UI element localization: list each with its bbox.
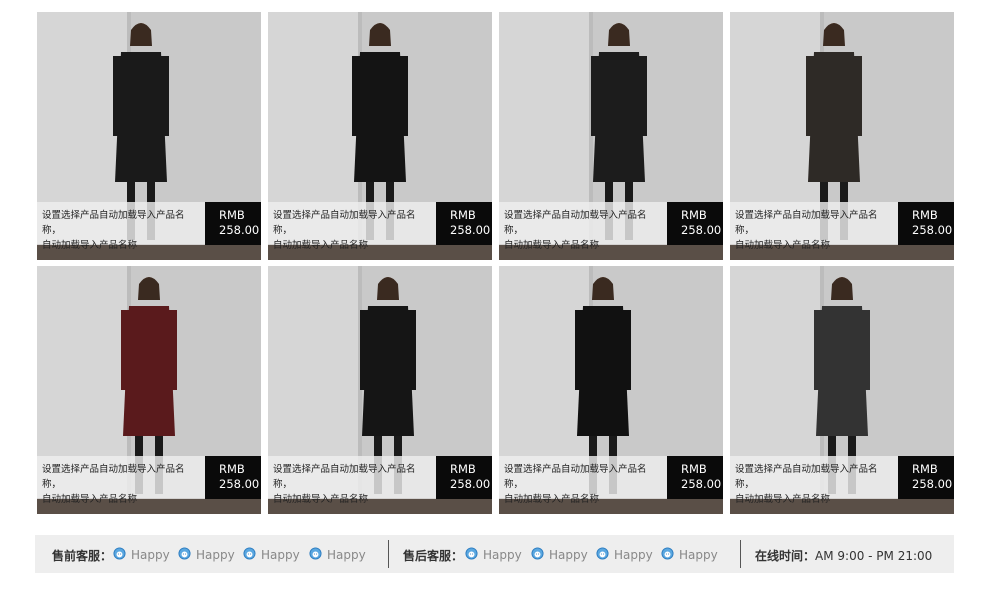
aftersale-agent-link[interactable]: Happy bbox=[465, 547, 522, 563]
price-currency: RMB bbox=[681, 208, 707, 222]
price-tag: RMB 258.00 bbox=[436, 456, 492, 499]
presale-agent-link[interactable]: Happy bbox=[113, 547, 170, 563]
price-tag: RMB 258.00 bbox=[436, 202, 492, 245]
product-name: 设置选择产品自动加载导入产品名称， 自动加载导入产品名称 bbox=[504, 208, 664, 253]
product-card[interactable]: 设置选择产品自动加载导入产品名称， 自动加载导入产品名称 RMB 258.00 bbox=[37, 12, 261, 260]
product-name-line2: 自动加载导入产品名称 bbox=[735, 494, 831, 505]
hours-label: 在线时间： bbox=[755, 549, 816, 563]
product-name-line1: 设置选择产品自动加载导入产品名称， bbox=[504, 464, 647, 490]
chat-bubble-icon bbox=[178, 547, 191, 563]
price-tag: RMB 258.00 bbox=[205, 202, 261, 245]
product-card[interactable]: 设置选择产品自动加载导入产品名称， 自动加载导入产品名称 RMB 258.00 bbox=[37, 266, 261, 514]
product-name: 设置选择产品自动加载导入产品名称， 自动加载导入产品名称 bbox=[735, 462, 895, 507]
product-card[interactable]: 设置选择产品自动加载导入产品名称， 自动加载导入产品名称 RMB 258.00 bbox=[268, 12, 492, 260]
product-info-bar: 设置选择产品自动加载导入产品名称， 自动加载导入产品名称 RMB 258.00 bbox=[730, 202, 954, 251]
aftersale-agent-link[interactable]: Happy bbox=[596, 547, 653, 563]
product-name-line2: 自动加载导入产品名称 bbox=[42, 240, 138, 251]
price-value: 258.00 bbox=[681, 477, 722, 491]
product-card[interactable]: 设置选择产品自动加载导入产品名称， 自动加载导入产品名称 RMB 258.00 bbox=[499, 12, 723, 260]
aftersale-agent-link[interactable]: Happy bbox=[531, 547, 588, 563]
product-name: 设置选择产品自动加载导入产品名称， 自动加载导入产品名称 bbox=[42, 462, 202, 507]
aftersale-agent-link[interactable]: Happy bbox=[661, 547, 718, 563]
price-currency: RMB bbox=[219, 462, 245, 476]
hours-value: AM 9:00 - PM 21:00 bbox=[815, 549, 933, 563]
price-tag: RMB 258.00 bbox=[205, 456, 261, 499]
product-name-line2: 自动加载导入产品名称 bbox=[273, 494, 369, 505]
price-currency: RMB bbox=[912, 462, 938, 476]
product-card[interactable]: 设置选择产品自动加载导入产品名称， 自动加载导入产品名称 RMB 258.00 bbox=[499, 266, 723, 514]
product-card[interactable]: 设置选择产品自动加载导入产品名称， 自动加载导入产品名称 RMB 258.00 bbox=[730, 266, 954, 514]
product-name-line2: 自动加载导入产品名称 bbox=[504, 240, 600, 251]
presale-agent-link[interactable]: Happy bbox=[309, 547, 366, 563]
product-info-bar: 设置选择产品自动加载导入产品名称， 自动加载导入产品名称 RMB 258.00 bbox=[268, 456, 492, 505]
price-tag: RMB 258.00 bbox=[898, 456, 954, 499]
chat-bubble-icon bbox=[596, 547, 609, 563]
product-name: 设置选择产品自动加载导入产品名称， 自动加载导入产品名称 bbox=[273, 462, 433, 507]
product-name-line1: 设置选择产品自动加载导入产品名称， bbox=[273, 210, 416, 236]
product-name-line1: 设置选择产品自动加载导入产品名称， bbox=[273, 464, 416, 490]
product-name-line2: 自动加载导入产品名称 bbox=[504, 494, 600, 505]
product-name-line1: 设置选择产品自动加载导入产品名称， bbox=[504, 210, 647, 236]
price-value: 258.00 bbox=[219, 477, 260, 491]
price-tag: RMB 258.00 bbox=[898, 202, 954, 245]
product-info-bar: 设置选择产品自动加载导入产品名称， 自动加载导入产品名称 RMB 258.00 bbox=[37, 456, 261, 505]
price-currency: RMB bbox=[681, 462, 707, 476]
product-name-line2: 自动加载导入产品名称 bbox=[42, 494, 138, 505]
product-name-line1: 设置选择产品自动加载导入产品名称， bbox=[735, 210, 878, 236]
aftersale-label: 售后客服： bbox=[403, 549, 464, 563]
price-currency: RMB bbox=[219, 208, 245, 222]
product-name-line2: 自动加载导入产品名称 bbox=[273, 240, 369, 251]
product-name: 设置选择产品自动加载导入产品名称， 自动加载导入产品名称 bbox=[42, 208, 202, 253]
price-tag: RMB 258.00 bbox=[667, 202, 723, 245]
chat-bubble-icon bbox=[531, 547, 544, 563]
product-info-bar: 设置选择产品自动加载导入产品名称， 自动加载导入产品名称 RMB 258.00 bbox=[37, 202, 261, 251]
chat-bubble-icon bbox=[113, 547, 126, 563]
product-info-bar: 设置选择产品自动加载导入产品名称， 自动加载导入产品名称 RMB 258.00 bbox=[499, 202, 723, 251]
product-name-line2: 自动加载导入产品名称 bbox=[735, 240, 831, 251]
product-card[interactable]: 设置选择产品自动加载导入产品名称， 自动加载导入产品名称 RMB 258.00 bbox=[268, 266, 492, 514]
product-name: 设置选择产品自动加载导入产品名称， 自动加载导入产品名称 bbox=[735, 208, 895, 253]
product-grid: 设置选择产品自动加载导入产品名称， 自动加载导入产品名称 RMB 258.00 … bbox=[37, 12, 954, 514]
product-info-bar: 设置选择产品自动加载导入产品名称， 自动加载导入产品名称 RMB 258.00 bbox=[499, 456, 723, 505]
product-name: 设置选择产品自动加载导入产品名称， 自动加载导入产品名称 bbox=[273, 208, 433, 253]
price-currency: RMB bbox=[912, 208, 938, 222]
price-value: 258.00 bbox=[450, 223, 491, 237]
divider bbox=[740, 540, 741, 568]
product-card[interactable]: 设置选择产品自动加载导入产品名称， 自动加载导入产品名称 RMB 258.00 bbox=[730, 12, 954, 260]
price-value: 258.00 bbox=[450, 477, 491, 491]
price-tag: RMB 258.00 bbox=[667, 456, 723, 499]
presale-agent-link[interactable]: Happy bbox=[178, 547, 235, 563]
product-name-line1: 设置选择产品自动加载导入产品名称， bbox=[42, 210, 185, 236]
price-currency: RMB bbox=[450, 208, 476, 222]
customer-service-bar: 售前客服： Happy Happy Happy Happy 售后客服： Happ… bbox=[35, 535, 954, 573]
price-value: 258.00 bbox=[681, 223, 722, 237]
divider bbox=[388, 540, 389, 568]
chat-bubble-icon bbox=[243, 547, 256, 563]
chat-bubble-icon bbox=[309, 547, 322, 563]
product-name-line1: 设置选择产品自动加载导入产品名称， bbox=[42, 464, 185, 490]
chat-bubble-icon bbox=[465, 547, 478, 563]
product-info-bar: 设置选择产品自动加载导入产品名称， 自动加载导入产品名称 RMB 258.00 bbox=[730, 456, 954, 505]
price-currency: RMB bbox=[450, 462, 476, 476]
price-value: 258.00 bbox=[912, 223, 953, 237]
presale-agent-link[interactable]: Happy bbox=[243, 547, 300, 563]
online-hours: 在线时间：AM 9:00 - PM 21:00 bbox=[755, 547, 932, 564]
product-info-bar: 设置选择产品自动加载导入产品名称， 自动加载导入产品名称 RMB 258.00 bbox=[268, 202, 492, 251]
chat-bubble-icon bbox=[661, 547, 674, 563]
product-name: 设置选择产品自动加载导入产品名称， 自动加载导入产品名称 bbox=[504, 462, 664, 507]
price-value: 258.00 bbox=[912, 477, 953, 491]
price-value: 258.00 bbox=[219, 223, 260, 237]
product-name-line1: 设置选择产品自动加载导入产品名称， bbox=[735, 464, 878, 490]
presale-label: 售前客服： bbox=[52, 549, 113, 563]
